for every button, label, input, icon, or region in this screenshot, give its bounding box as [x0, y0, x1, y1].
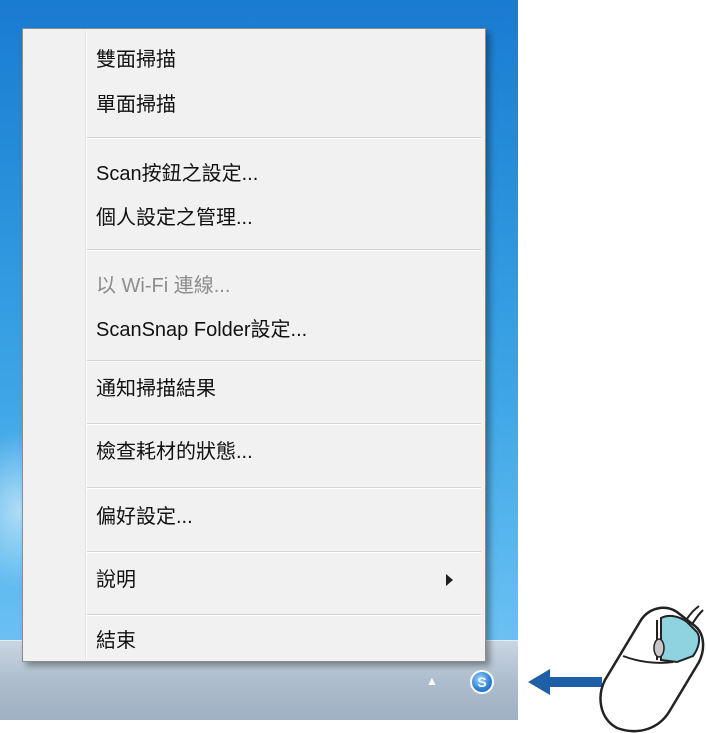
menu-separator [87, 137, 481, 139]
menu-item-exit[interactable]: 結束 [96, 621, 475, 661]
scansnap-manager-icon[interactable]: S [470, 670, 494, 694]
menu-item-simplex-scan[interactable]: 單面掃描 [96, 85, 475, 125]
menu-separator [87, 487, 481, 489]
menu-separator [87, 423, 481, 425]
menu-item-scansnap-folder-settings[interactable]: ScanSnap Folder設定... [96, 310, 475, 350]
show-hidden-icons-arrow-icon[interactable]: ▲ [425, 675, 439, 687]
menu-item-check-consumables[interactable]: 檢查耗材的狀態... [96, 432, 475, 472]
menu-item-preferences[interactable]: 偏好設定... [96, 497, 475, 537]
menu-icon-gutter [85, 31, 87, 659]
menu-item-scan-button-settings[interactable]: Scan按鈕之設定... [96, 154, 475, 194]
menu-separator [87, 551, 481, 553]
context-menu: 雙面掃描 單面掃描 Scan按鈕之設定... 個人設定之管理... 以 Wi-F… [22, 28, 486, 662]
menu-separator [87, 614, 481, 616]
mouse-icon [599, 605, 705, 733]
menu-item-profile-management[interactable]: 個人設定之管理... [96, 198, 475, 238]
submenu-arrow-icon [446, 574, 453, 586]
menu-item-connect-wifi: 以 Wi-Fi 連線... [96, 275, 231, 297]
menu-item-help-label: 說明 [96, 569, 136, 591]
menu-separator [87, 249, 481, 251]
arrow-left-icon [528, 669, 602, 695]
menu-item-help[interactable]: 說明 [96, 560, 475, 600]
menu-item-notify-scan-result[interactable]: 通知掃描結果 [96, 369, 475, 409]
menu-separator [87, 360, 481, 362]
menu-item-duplex-scan[interactable]: 雙面掃描 [96, 40, 475, 80]
